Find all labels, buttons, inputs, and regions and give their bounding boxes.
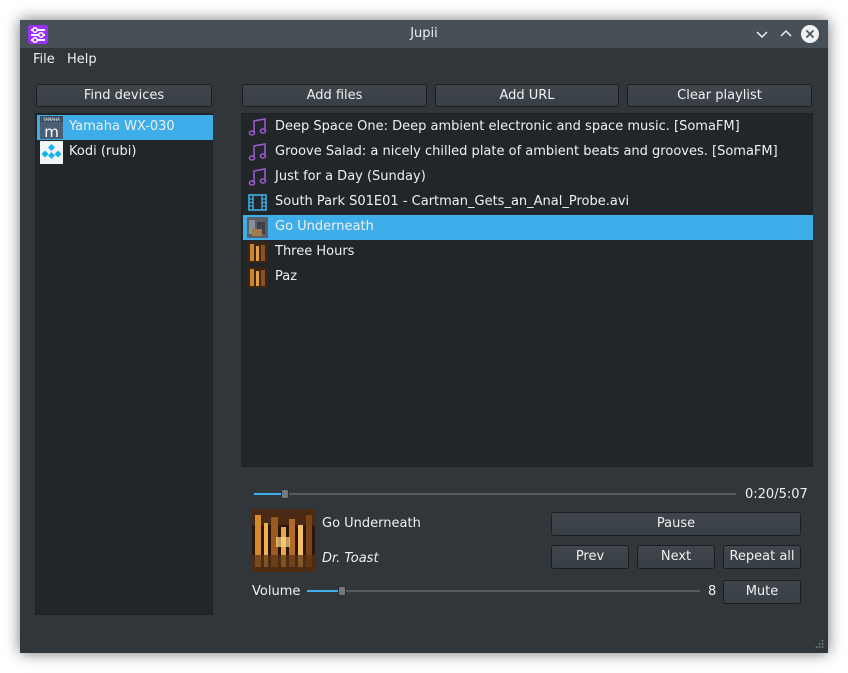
volume-value: 8 xyxy=(708,584,717,599)
menu-file[interactable]: File xyxy=(33,52,55,67)
volume-label: Volume xyxy=(252,584,301,599)
album-art-thumbnail xyxy=(247,217,268,238)
minimize-icon[interactable] xyxy=(752,24,772,44)
title-bar: Jupii xyxy=(20,20,828,48)
time-display: 0:20/5:07 xyxy=(745,487,808,502)
kodi-icon xyxy=(40,141,63,164)
playlist-item[interactable]: Groove Salad: a nicely chilled plate of … xyxy=(243,140,813,165)
playlist-item-label: Go Underneath xyxy=(275,219,374,234)
playlist: Deep Space One: Deep ambient electronic … xyxy=(241,113,813,467)
svg-text:m: m xyxy=(44,123,59,139)
music-note-icon xyxy=(248,143,267,161)
device-item-yamaha[interactable]: YAMAHA m Yamaha WX-030 xyxy=(37,115,213,140)
playlist-item[interactable]: South Park S01E01 - Cartman_Gets_an_Anal… xyxy=(243,190,813,215)
pause-button[interactable]: Pause xyxy=(551,512,801,536)
track-artist: Dr. Toast xyxy=(322,551,379,566)
volume-track xyxy=(307,590,700,592)
maximize-icon[interactable] xyxy=(776,24,796,44)
device-label: Yamaha WX-030 xyxy=(69,119,175,134)
menu-help[interactable]: Help xyxy=(67,52,97,67)
resize-grip-icon[interactable] xyxy=(814,639,824,649)
playlist-item-label: Paz xyxy=(275,269,298,284)
playlist-item[interactable]: Paz xyxy=(243,265,813,290)
device-label: Kodi (rubi) xyxy=(69,144,137,159)
app-window: Jupii File Help Find devices YAMAHA m Ya… xyxy=(20,20,828,653)
prev-button[interactable]: Prev xyxy=(551,545,629,569)
playlist-item-label: Groove Salad: a nicely chilled plate of … xyxy=(275,144,778,159)
window-title: Jupii xyxy=(410,26,438,41)
playlist-item[interactable]: Three Hours xyxy=(243,240,813,265)
playlist-item-label: South Park S01E01 - Cartman_Gets_an_Anal… xyxy=(275,194,630,209)
playlist-item[interactable]: Deep Space One: Deep ambient electronic … xyxy=(243,115,813,140)
playlist-item-label: Just for a Day (Sunday) xyxy=(275,169,426,184)
playlist-item[interactable]: Just for a Day (Sunday) xyxy=(243,165,813,190)
progress-track xyxy=(254,493,736,495)
playlist-item-label: Deep Space One: Deep ambient electronic … xyxy=(275,119,740,134)
album-art xyxy=(252,509,315,572)
add-files-button[interactable]: Add files xyxy=(242,84,427,107)
device-item-kodi[interactable]: Kodi (rubi) xyxy=(37,140,213,165)
volume-handle[interactable] xyxy=(338,586,346,596)
playlist-item-label: Three Hours xyxy=(275,244,355,259)
add-url-button[interactable]: Add URL xyxy=(435,84,619,107)
close-icon[interactable] xyxy=(800,24,820,44)
next-button[interactable]: Next xyxy=(637,545,715,569)
track-title: Go Underneath xyxy=(322,516,421,531)
yamaha-musiccast-icon: YAMAHA m xyxy=(40,116,63,139)
svg-text:YAMAHA: YAMAHA xyxy=(42,117,60,122)
music-note-icon xyxy=(248,118,267,136)
mute-button[interactable]: Mute xyxy=(723,580,801,604)
device-list: YAMAHA m Yamaha WX-030 Kodi (rubi) xyxy=(35,113,213,615)
volume-fill xyxy=(307,590,342,592)
repeat-button[interactable]: Repeat all xyxy=(723,545,801,569)
playlist-item-selected[interactable]: Go Underneath xyxy=(243,215,813,240)
progress-handle[interactable] xyxy=(281,489,289,499)
find-devices-button[interactable]: Find devices xyxy=(36,84,212,107)
music-note-icon xyxy=(248,168,267,186)
clear-playlist-button[interactable]: Clear playlist xyxy=(627,84,812,107)
film-icon xyxy=(248,194,267,211)
album-art-thumbnail xyxy=(247,242,268,263)
album-art-thumbnail xyxy=(247,267,268,288)
menu-bar: File Help xyxy=(20,48,828,72)
